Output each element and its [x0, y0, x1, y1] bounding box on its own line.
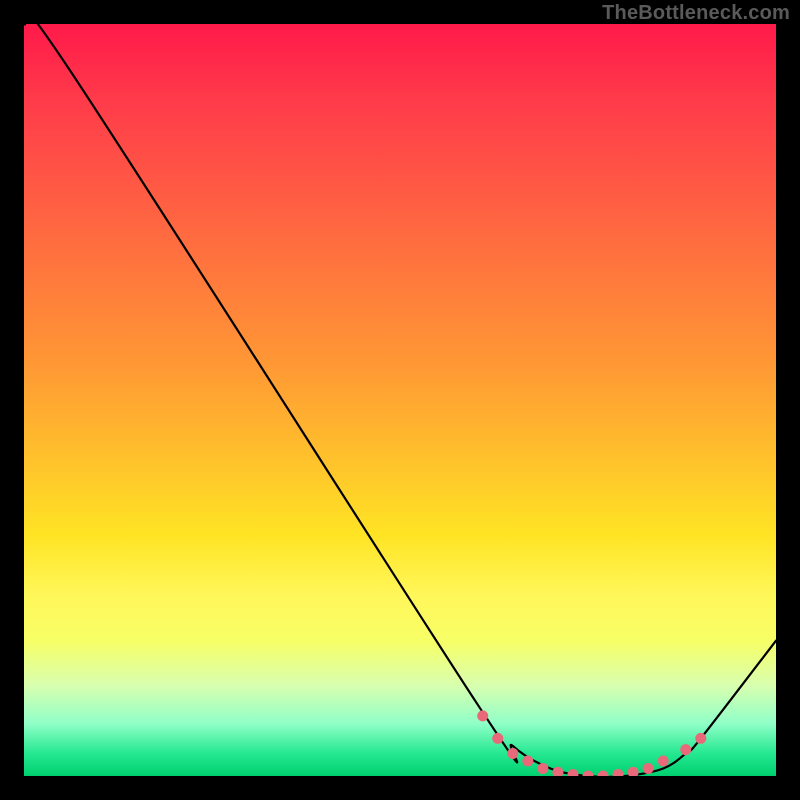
marker-dot: [613, 769, 624, 776]
marker-dot: [643, 763, 654, 774]
marker-dot: [658, 755, 669, 766]
marker-dot: [628, 767, 639, 776]
marker-dot: [477, 710, 488, 721]
marker-dot: [507, 748, 518, 759]
marker-dot: [492, 733, 503, 744]
watermark-text: TheBottleneck.com: [602, 2, 790, 25]
marker-dot: [695, 733, 706, 744]
marker-dot: [583, 771, 594, 777]
marker-dot: [522, 755, 533, 766]
chart-frame: TheBottleneck.com: [0, 0, 800, 800]
bottleneck-curve: [24, 24, 776, 776]
marker-dot: [537, 763, 548, 774]
chart-plot-area: [24, 24, 776, 776]
zero-zone-dots: [477, 710, 706, 776]
marker-dot: [567, 769, 578, 776]
marker-dot: [680, 744, 691, 755]
chart-svg: [24, 24, 776, 776]
marker-dot: [552, 767, 563, 776]
marker-dot: [598, 771, 609, 777]
